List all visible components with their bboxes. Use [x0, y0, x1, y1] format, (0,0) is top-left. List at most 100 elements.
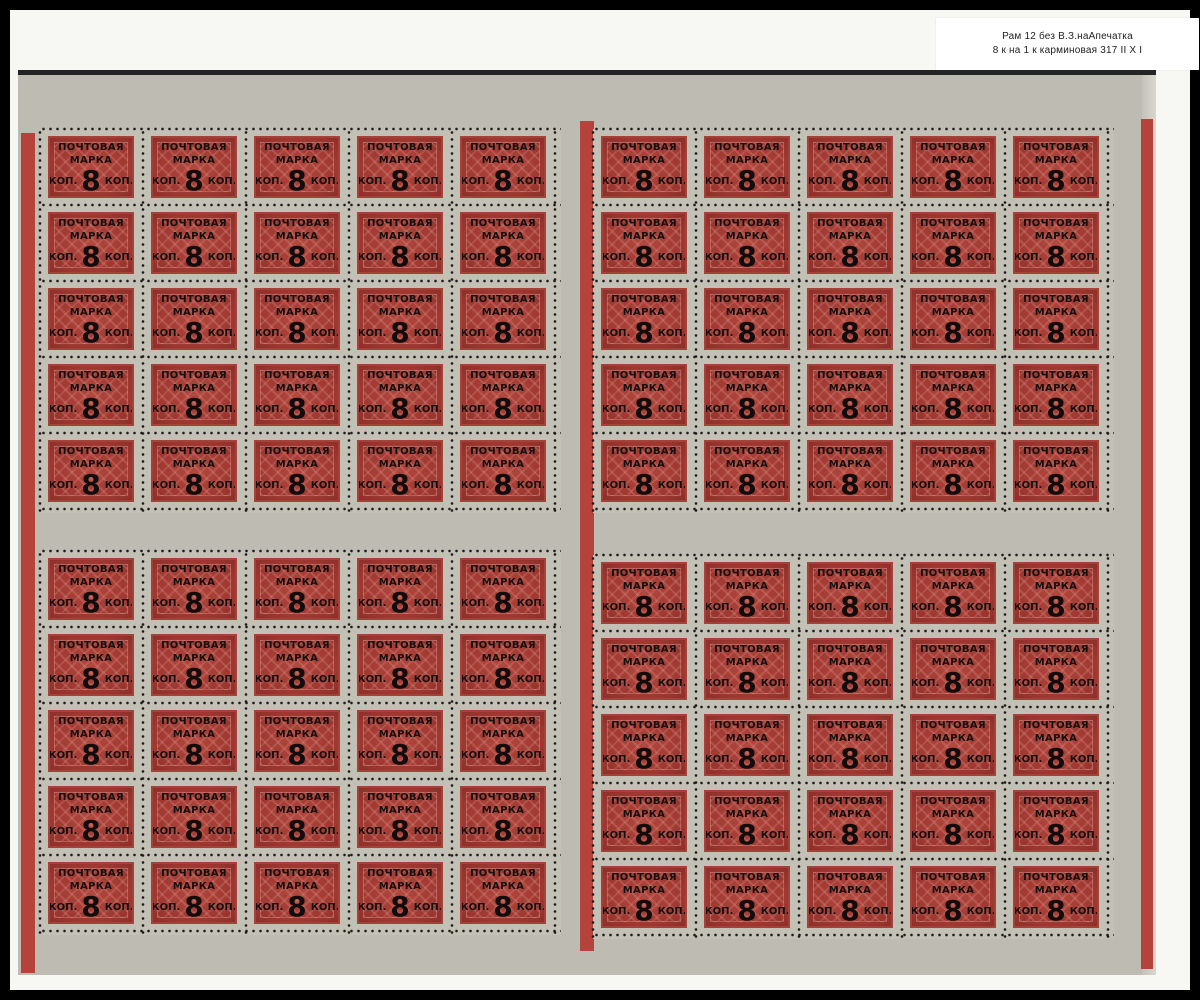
overprint-line-1: ПОЧТОВАЯ — [161, 370, 227, 381]
overprint-value: 8 — [390, 662, 410, 695]
overprint-line-1: ПОЧТОВАЯ — [470, 792, 536, 803]
overprint-line-1: ПОЧТОВАЯ — [611, 872, 677, 883]
stamp: ПОЧТОВАЯ МАРКА КОП. 8 КОП. — [601, 212, 687, 274]
overprint-value: 8 — [81, 316, 101, 349]
stamp: ПОЧТОВАЯ МАРКА КОП. 8 КОП. — [151, 862, 237, 924]
overprint-value-line: КОП. 8 КОП. — [50, 395, 132, 423]
value-unit-left: КОП. — [1013, 175, 1043, 187]
overprint-value-line: КОП. 8 КОП. — [50, 167, 132, 195]
value-unit-right: КОП. — [966, 905, 996, 917]
overprint-value: 8 — [1046, 742, 1066, 775]
overprint-value-line: КОП. 8 КОП. — [462, 665, 544, 693]
overprint-line-1: ПОЧТОВАЯ — [611, 796, 677, 807]
overprint-line-1: ПОЧТОВАЯ — [58, 446, 124, 457]
perforation-row — [593, 279, 1114, 283]
value-unit-left: КОП. — [254, 597, 284, 609]
value-unit-left: КОП. — [704, 479, 734, 491]
overprint-line-1: ПОЧТОВАЯ — [714, 644, 780, 655]
value-unit-left: КОП. — [254, 175, 284, 187]
perforation-row — [593, 857, 1114, 861]
value-unit-left: КОП. — [910, 251, 940, 263]
stamp: ПОЧТОВАЯ МАРКА КОП. 8 КОП. — [48, 212, 134, 274]
overprint-value-line: КОП. 8 КОП. — [1015, 821, 1097, 849]
value-unit-right: КОП. — [657, 479, 687, 491]
overprint-line-1: ПОЧТОВАЯ — [470, 294, 536, 305]
value-unit-left: КОП. — [460, 327, 490, 339]
perforation-row — [40, 701, 561, 705]
stamp: ПОЧТОВАЯ МАРКА КОП. 8 КОП. — [704, 638, 790, 700]
overprint-value: 8 — [287, 316, 307, 349]
stamp: ПОЧТОВАЯ МАРКА КОП. 8 КОП. — [807, 866, 893, 928]
overprint-value-line: КОП. 8 КОП. — [704, 243, 788, 271]
value-unit-left: КОП. — [910, 327, 940, 339]
value-unit-left: КОП. — [910, 753, 940, 765]
overprint-value-line: КОП. 8 КОП. — [809, 593, 891, 621]
value-unit-right: КОП. — [966, 403, 996, 415]
value-unit-right: КОП. — [516, 327, 546, 339]
value-unit-right: КОП. — [657, 753, 687, 765]
value-unit-right: КОП. — [413, 825, 443, 837]
overprint-value: 8 — [737, 164, 757, 197]
overprint-line-1: ПОЧТОВАЯ — [264, 716, 330, 727]
overprint-value-line: КОП. 8 КОП. — [359, 319, 441, 347]
stamp: ПОЧТОВАЯ МАРКА КОП. 8 КОП. — [910, 638, 996, 700]
value-unit-right: КОП. — [207, 825, 237, 837]
overprint-line-1: ПОЧТОВАЯ — [264, 792, 330, 803]
stamp: ПОЧТОВАЯ МАРКА КОП. 8 КОП. — [704, 288, 790, 350]
value-unit-left: КОП. — [704, 251, 734, 263]
value-unit-right: КОП. — [516, 901, 546, 913]
overprint-line-1: ПОЧТОВАЯ — [264, 446, 330, 457]
stamp: ПОЧТОВАЯ МАРКА КОП. 8 КОП. — [357, 364, 443, 426]
overprint-value-line: КОП. 8 КОП. — [601, 593, 685, 621]
value-unit-left: КОП. — [601, 601, 631, 613]
value-unit-left: КОП. — [807, 905, 837, 917]
perforation-row — [40, 625, 561, 629]
value-unit-left: КОП. — [807, 677, 837, 689]
value-unit-right: КОП. — [413, 673, 443, 685]
stamp-sheet: ПОЧТОВАЯ МАРКА КОП. 8 КОП. ПОЧТОВАЯ МАРКА КОП. 8… — [18, 70, 1156, 975]
overprint-line-1: ПОЧТОВАЯ — [1023, 142, 1089, 153]
overprint-line-1: ПОЧТОВАЯ — [367, 716, 433, 727]
value-unit-right: КОП. — [1069, 753, 1099, 765]
overprint-value-line: КОП. 8 КОП. — [50, 243, 132, 271]
stamp: ПОЧТОВАЯ МАРКА КОП. 8 КОП. — [460, 558, 546, 620]
value-unit-left: КОП. — [807, 403, 837, 415]
overprint-value: 8 — [493, 164, 513, 197]
overprint-line-1: ПОЧТОВАЯ — [367, 142, 433, 153]
overprint-value-line: КОП. 8 КОП. — [603, 745, 687, 773]
overprint-value-line: КОП. 8 КОП. — [807, 894, 891, 927]
value-unit-left: КОП. — [807, 753, 837, 765]
value-unit-right: КОП. — [1069, 601, 1099, 613]
overprint-value-line: КОП. 8 КОП. — [462, 817, 544, 845]
stamp: ПОЧТОВАЯ МАРКА КОП. 8 КОП. — [807, 364, 893, 426]
overprint-value: 8 — [390, 738, 410, 771]
overprint-line-1: ПОЧТОВАЯ — [1023, 568, 1089, 579]
value-unit-right: КОП. — [657, 327, 687, 339]
overprint-value: 8 — [634, 316, 654, 349]
overprint-value: 8 — [840, 894, 860, 927]
overprint-value: 8 — [390, 164, 410, 197]
overprint-value: 8 — [1046, 590, 1066, 623]
overprint-line-1: ПОЧТОВАЯ — [264, 564, 330, 575]
overprint-value: 8 — [287, 468, 307, 501]
overprint-line-1: ПОЧТОВАЯ — [714, 294, 780, 305]
perforation-row — [40, 929, 561, 933]
stamp: ПОЧТОВАЯ МАРКА КОП. 8 КОП. — [601, 638, 687, 700]
overprint-line-1: ПОЧТОВАЯ — [161, 640, 227, 651]
stamp: ПОЧТОВАЯ МАРКА КОП. 8 КОП. — [1013, 136, 1099, 198]
overprint-value-line: КОП. 8 КОП. — [359, 589, 441, 617]
stamp: ПОЧТОВАЯ МАРКА КОП. 8 КОП. — [357, 288, 443, 350]
overprint-value: 8 — [943, 468, 963, 501]
overprint-value-line: КОП. 8 КОП. — [153, 471, 235, 499]
value-unit-right: КОП. — [104, 749, 134, 761]
perforation-column — [347, 551, 351, 935]
value-unit-right: КОП. — [207, 673, 237, 685]
perforation-row — [593, 507, 1114, 511]
overprint-value-line: КОП. 8 КОП. — [910, 745, 994, 773]
value-unit-left: КОП. — [254, 749, 284, 761]
stamp-pane: ПОЧТОВАЯ МАРКА КОП. 8 КОП. ПОЧТОВАЯ МАРКА КОП. 8… — [38, 549, 561, 935]
value-unit-left: КОП. — [357, 749, 387, 761]
stamp: ПОЧТОВАЯ МАРКА КОП. 8 КОП. — [254, 364, 340, 426]
overprint-line-1: ПОЧТОВАЯ — [58, 142, 124, 153]
value-unit-right: КОП. — [966, 327, 996, 339]
